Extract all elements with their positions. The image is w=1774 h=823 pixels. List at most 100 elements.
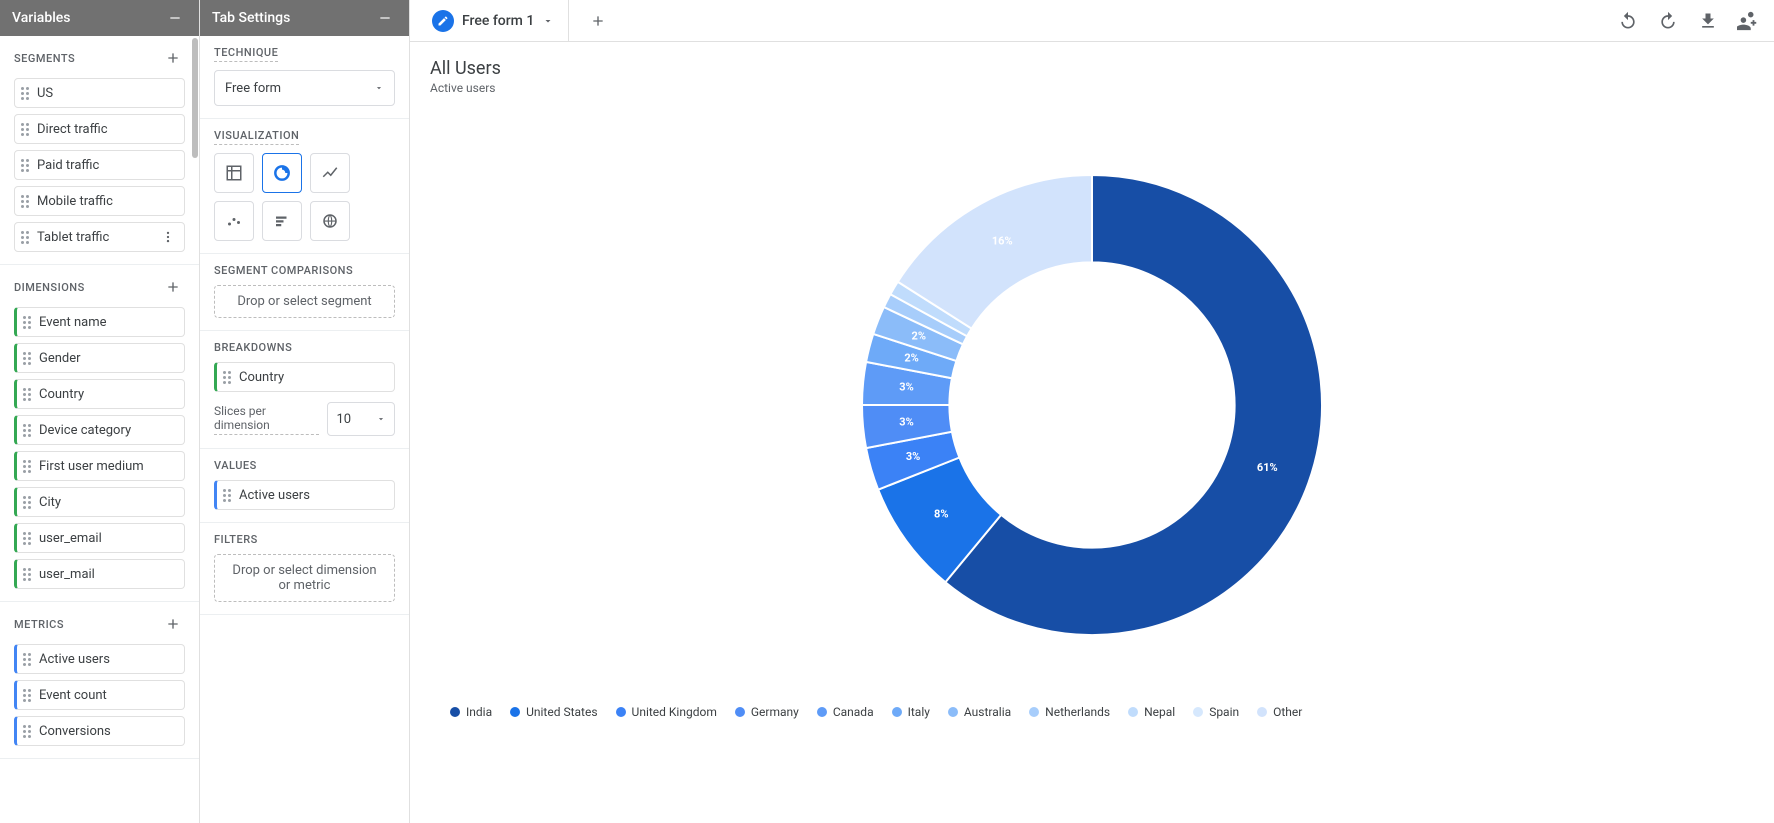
- chip-city[interactable]: City: [14, 487, 185, 517]
- legend-label: Italy: [908, 705, 930, 719]
- chip-active-users[interactable]: Active users: [14, 644, 185, 674]
- drag-handle-icon[interactable]: [23, 495, 33, 509]
- segcomp-heading: SEGMENT COMPARISONS: [214, 264, 395, 277]
- legend-swatch: [450, 707, 460, 717]
- technique-heading: TECHNIQUE: [214, 46, 395, 62]
- chip-tablet-traffic[interactable]: Tablet traffic: [14, 222, 185, 252]
- chip-country[interactable]: Country: [14, 379, 185, 409]
- vis-bar-icon[interactable]: [262, 201, 302, 241]
- download-icon[interactable]: [1696, 9, 1720, 33]
- redo-icon[interactable]: [1656, 9, 1680, 33]
- chip-first-user-medium[interactable]: First user medium: [14, 451, 185, 481]
- chip-user_mail[interactable]: user_mail: [14, 559, 185, 589]
- drag-handle-icon[interactable]: [23, 423, 33, 437]
- more-vert-icon[interactable]: [158, 227, 178, 247]
- drag-handle-icon[interactable]: [23, 567, 33, 581]
- drag-handle-icon[interactable]: [23, 315, 33, 329]
- drag-handle-icon[interactable]: [23, 688, 33, 702]
- chip-us[interactable]: US: [14, 78, 185, 108]
- chip-event-name[interactable]: Event name: [14, 307, 185, 337]
- legend-label: Netherlands: [1045, 705, 1110, 719]
- vis-line-icon[interactable]: [310, 153, 350, 193]
- segcomp-dropzone[interactable]: Drop or select segment: [214, 285, 395, 318]
- vis-geo-icon[interactable]: [310, 201, 350, 241]
- legend-item-united-kingdom[interactable]: United Kingdom: [616, 705, 717, 719]
- chip-label: First user medium: [39, 459, 144, 474]
- add-segment-icon[interactable]: [161, 46, 185, 70]
- vis-donut-icon[interactable]: [262, 153, 302, 193]
- drag-handle-icon[interactable]: [21, 122, 31, 136]
- legend-swatch: [1128, 707, 1138, 717]
- donut-chart: 61%8%3%3%3%2%2%16%: [812, 125, 1372, 685]
- collapse-variables-icon[interactable]: [163, 6, 187, 30]
- collapse-tabsettings-icon[interactable]: [373, 6, 397, 30]
- legend-swatch: [1029, 707, 1039, 717]
- chip-label: Country: [39, 387, 84, 402]
- legend-item-india[interactable]: India: [450, 705, 492, 719]
- legend-item-spain[interactable]: Spain: [1193, 705, 1239, 719]
- add-metric-icon[interactable]: [161, 612, 185, 636]
- share-icon[interactable]: [1736, 9, 1760, 33]
- legend-item-australia[interactable]: Australia: [948, 705, 1011, 719]
- chip-user_email[interactable]: user_email: [14, 523, 185, 553]
- add-tab-icon[interactable]: [577, 0, 619, 42]
- undo-icon[interactable]: [1616, 9, 1640, 33]
- chip-device-category[interactable]: Device category: [14, 415, 185, 445]
- legend-label: India: [466, 705, 492, 719]
- legend-item-united-states[interactable]: United States: [510, 705, 597, 719]
- legend-item-canada[interactable]: Canada: [817, 705, 874, 719]
- legend-label: Nepal: [1144, 705, 1175, 719]
- slice-label: 16%: [992, 235, 1013, 248]
- chip-label: Country: [239, 370, 284, 385]
- chip-label: Paid traffic: [37, 158, 99, 173]
- drag-handle-icon[interactable]: [23, 387, 33, 401]
- variables-scrollbar[interactable]: [192, 38, 198, 158]
- chip-event-count[interactable]: Event count: [14, 680, 185, 710]
- drag-handle-icon[interactable]: [21, 86, 31, 100]
- slices-select[interactable]: 10: [327, 402, 395, 436]
- legend-item-germany[interactable]: Germany: [735, 705, 799, 719]
- drag-handle-icon[interactable]: [23, 459, 33, 473]
- drag-handle-icon[interactable]: [23, 724, 33, 738]
- drag-handle-icon[interactable]: [223, 370, 233, 384]
- chip-label: user_mail: [39, 567, 95, 582]
- edit-tab-icon[interactable]: [432, 10, 454, 32]
- drag-handle-icon[interactable]: [21, 158, 31, 172]
- chip-paid-traffic[interactable]: Paid traffic: [14, 150, 185, 180]
- chip-country[interactable]: Country: [214, 362, 395, 392]
- drag-handle-icon[interactable]: [21, 230, 31, 244]
- add-dimension-icon[interactable]: [161, 275, 185, 299]
- drag-handle-icon[interactable]: [23, 351, 33, 365]
- legend-swatch: [1257, 707, 1267, 717]
- variables-header: Variables: [0, 0, 199, 36]
- technique-select[interactable]: Free form: [214, 70, 395, 106]
- filters-dropzone[interactable]: Drop or select dimension or metric: [214, 554, 395, 602]
- drag-handle-icon[interactable]: [223, 488, 233, 502]
- drag-handle-icon[interactable]: [23, 531, 33, 545]
- tab-dropdown-icon[interactable]: [542, 15, 554, 27]
- chart-title: All Users: [430, 58, 1754, 79]
- tab-freeform[interactable]: Free form 1: [424, 0, 569, 42]
- legend-item-other[interactable]: Other: [1257, 705, 1302, 719]
- chip-mobile-traffic[interactable]: Mobile traffic: [14, 186, 185, 216]
- vis-table-icon[interactable]: [214, 153, 254, 193]
- variables-title: Variables: [12, 10, 70, 26]
- drag-handle-icon[interactable]: [21, 194, 31, 208]
- chip-direct-traffic[interactable]: Direct traffic: [14, 114, 185, 144]
- legend-item-italy[interactable]: Italy: [892, 705, 930, 719]
- tabsettings-title: Tab Settings: [212, 10, 290, 26]
- legend-item-netherlands[interactable]: Netherlands: [1029, 705, 1110, 719]
- vis-scatter-icon[interactable]: [214, 201, 254, 241]
- chevron-down-icon: [376, 414, 386, 424]
- legend-swatch: [510, 707, 520, 717]
- chart-legend: India United States United Kingdom Germany C…: [430, 705, 1754, 719]
- chip-conversions[interactable]: Conversions: [14, 716, 185, 746]
- values-heading: VALUES: [214, 459, 395, 472]
- breakdowns-heading: BREAKDOWNS: [214, 341, 395, 354]
- legend-item-nepal[interactable]: Nepal: [1128, 705, 1175, 719]
- drag-handle-icon[interactable]: [23, 652, 33, 666]
- chip-active-users[interactable]: Active users: [214, 480, 395, 510]
- chip-label: US: [37, 86, 53, 101]
- chip-gender[interactable]: Gender: [14, 343, 185, 373]
- segments-heading: SEGMENTS: [14, 46, 185, 70]
